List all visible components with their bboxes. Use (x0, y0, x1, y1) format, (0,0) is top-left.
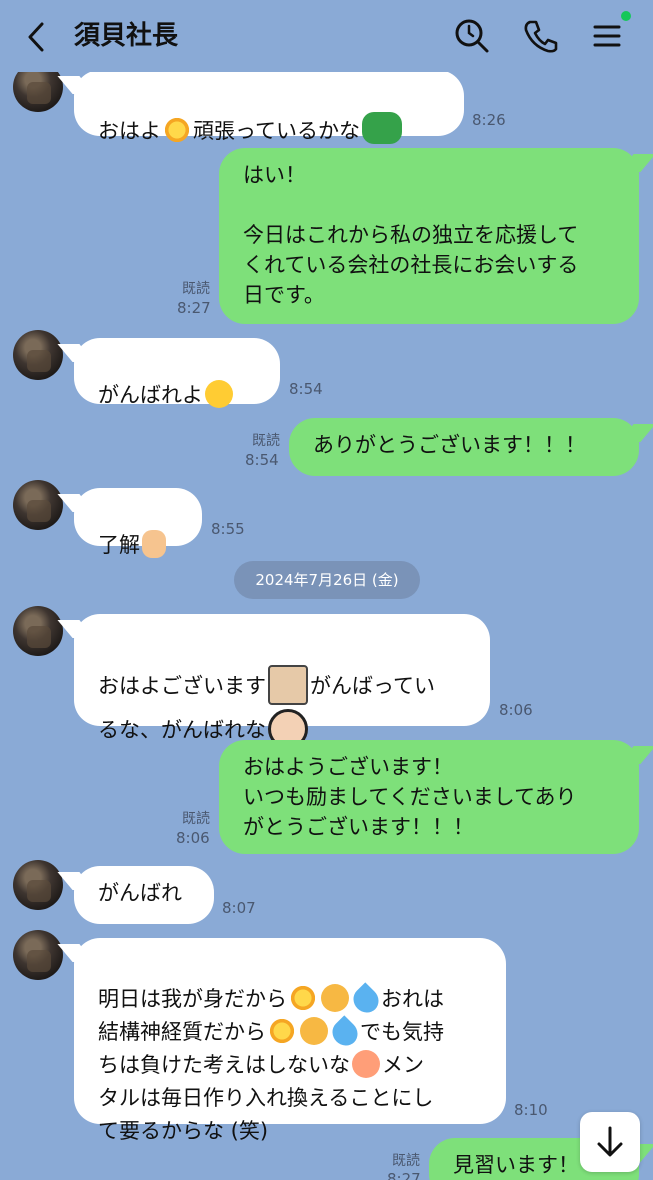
grinning-face-icon (205, 380, 233, 408)
message-text: 明日は我が身だから (98, 987, 287, 1011)
phone-icon[interactable] (520, 16, 560, 56)
incoming-message[interactable]: 了解 (74, 488, 202, 558)
message-time: 8:10 (514, 1101, 548, 1119)
incoming-message[interactable]: がんばれよ (74, 338, 280, 408)
ok-hand-icon (142, 530, 166, 558)
message-text: 頑張っているかな (193, 119, 360, 143)
outgoing-message[interactable]: ありがとうございます！！！ (289, 418, 639, 476)
contact-name: 須貝社長 (74, 21, 179, 51)
message-time: 8:07 (222, 899, 256, 917)
message-text: がんばれよ (98, 383, 203, 407)
avatar[interactable] (13, 860, 63, 910)
incoming-message[interactable]: がんばれ (74, 866, 214, 924)
incoming-message[interactable]: 明日は我が身だから おれは結構神経質だから でも気持 ちは負けた考えはしないな メンタル… (74, 938, 506, 1143)
arrow-down-icon (597, 1126, 623, 1157)
message-text: メン (382, 1053, 424, 1077)
sweat-drops-icon (348, 982, 384, 1018)
sun-icon (289, 984, 317, 1012)
message-time: 8:27 (177, 299, 211, 317)
message-time: 8:54 (289, 380, 323, 398)
message-time: 8:06 (499, 701, 533, 719)
back-icon[interactable] (22, 20, 52, 54)
menu-icon[interactable] (588, 16, 628, 56)
online-status-dot (621, 11, 631, 21)
search-icon[interactable] (452, 16, 492, 56)
scroll-to-bottom-button[interactable] (580, 1112, 640, 1172)
message-time: 8:26 (472, 111, 506, 129)
message-text: タルは毎日作り入れ換えることにし て要るからな (笑) (98, 1086, 434, 1143)
angry-face-icon (352, 1050, 380, 1078)
chat-header: 須貝社長 (0, 0, 653, 72)
dizzy-face-icon (321, 984, 349, 1012)
date-separator: 2024年7月26日 (金) (234, 561, 420, 599)
message-text: がんばってい (310, 674, 435, 698)
message-text: おれは (381, 987, 444, 1011)
message-time: 8:06 (176, 829, 210, 847)
outgoing-message[interactable]: はい！ 今日はこれから私の独立を応援して くれている会社の社長にお会いする 日で… (219, 148, 639, 324)
avatar[interactable] (13, 606, 63, 656)
incoming-message[interactable]: おはよございます がんばっているな、がんばれな (74, 614, 490, 749)
frog-sticker-icon (361, 112, 402, 144)
message-time: 8:27 (387, 1170, 421, 1180)
avatar[interactable] (13, 930, 63, 980)
avatar[interactable] (13, 330, 63, 380)
sun-icon (268, 1017, 296, 1045)
sun-icon (163, 116, 191, 144)
message-text: おはよ (98, 119, 161, 143)
businessman-sticker-icon (268, 665, 308, 705)
message-text: 結構神経質だから (98, 1020, 266, 1044)
read-receipt: 既読 (182, 811, 210, 827)
message-text: でも気持 (360, 1020, 444, 1044)
outgoing-message[interactable]: おはようございます！ いつも励ましてくださいましてあり がとうございます！！！ (219, 740, 639, 854)
message-text: 了解 (98, 533, 140, 557)
read-receipt: 既読 (252, 433, 280, 449)
message-text: るな、がんばれな (98, 718, 266, 742)
sweat-drops-icon (327, 1015, 363, 1051)
message-text: ちは負けた考えはしないな (98, 1053, 350, 1077)
avatar[interactable] (13, 480, 63, 530)
read-receipt: 既読 (182, 281, 210, 297)
message-time: 8:55 (211, 520, 245, 538)
message-time: 8:54 (245, 451, 279, 469)
message-text: おはよございます (98, 674, 266, 698)
read-receipt: 既読 (392, 1153, 420, 1169)
dizzy-face-icon (300, 1017, 328, 1045)
incoming-message[interactable]: おはよ 頑張っているかな (74, 70, 464, 144)
